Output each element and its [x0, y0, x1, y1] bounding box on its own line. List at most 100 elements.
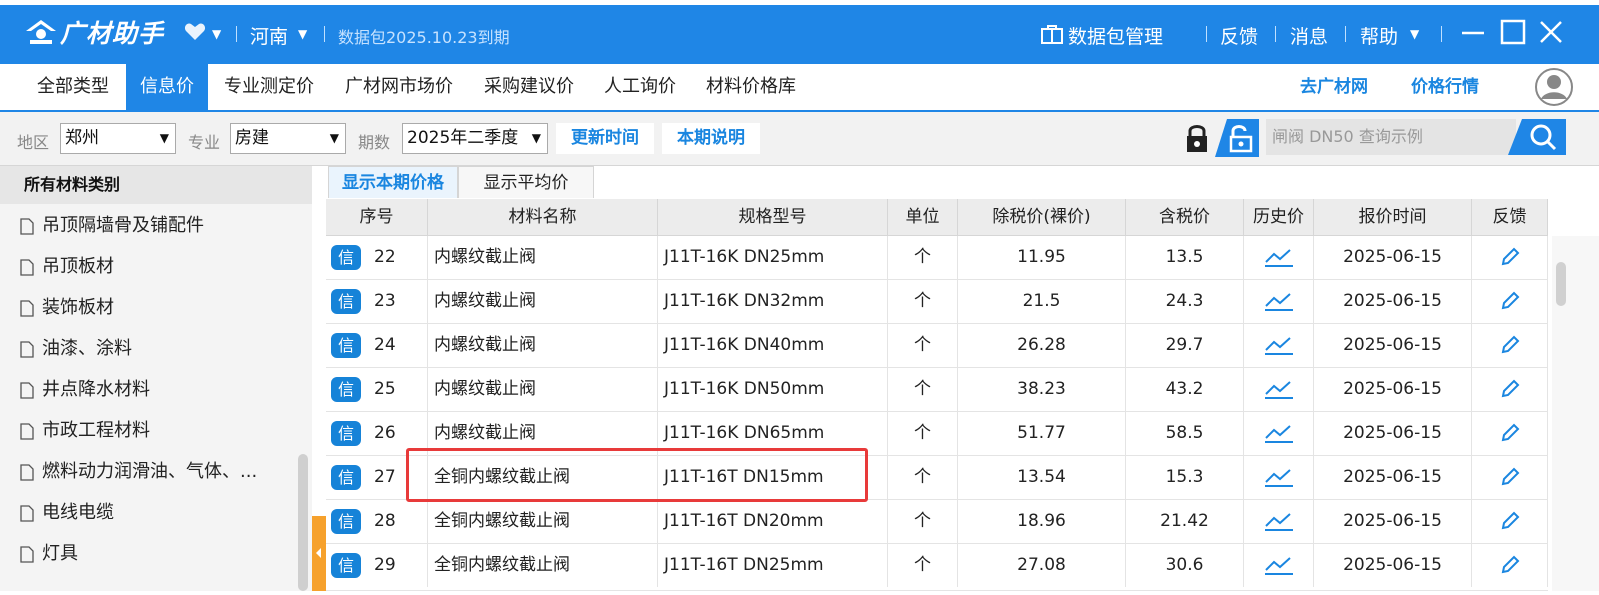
datapack-manage-button[interactable]: 数据包管理 [1068, 22, 1163, 49]
info-badge[interactable]: 信 [331, 289, 361, 314]
price-trend-link[interactable]: 价格行情 [1411, 64, 1479, 110]
trend-chart-icon[interactable] [1264, 246, 1294, 268]
table-row[interactable]: 信 23 内螺纹截止阀 J11T-16K DN32mm 个 21.5 24.3 … [326, 280, 1548, 324]
sidebar-item-label: 灯具 [42, 543, 78, 564]
info-badge[interactable]: 信 [331, 333, 361, 358]
close-icon[interactable] [1536, 17, 1566, 47]
tab-purchase-price[interactable]: 采购建议价 [468, 64, 590, 110]
col-header-history[interactable]: 历史价 [1244, 199, 1314, 235]
table-scrollbar-thumb[interactable] [1556, 262, 1566, 306]
info-badge[interactable]: 信 [331, 465, 361, 490]
edit-pencil-icon[interactable] [1500, 335, 1520, 355]
tab-all-types[interactable]: 全部类型 [20, 64, 126, 110]
table-row[interactable]: 信 25 内螺纹截止阀 J11T-16K DN50mm 个 38.23 43.2… [326, 368, 1548, 412]
edit-pencil-icon[interactable] [1500, 423, 1520, 443]
sidebar-item[interactable]: 灯具 [20, 538, 78, 570]
trend-chart-icon[interactable] [1264, 290, 1294, 312]
tab-market-price[interactable]: 广材网市场价 [330, 64, 468, 110]
info-badge[interactable]: 信 [331, 377, 361, 402]
info-badge[interactable]: 信 [331, 245, 361, 270]
trend-chart-icon[interactable] [1264, 510, 1294, 532]
col-header-feedback[interactable]: 反馈 [1472, 199, 1548, 235]
cell-price-in-tax: 24.3 [1126, 280, 1244, 323]
cell-feedback [1472, 456, 1548, 499]
heart-vip-icon[interactable] [184, 22, 206, 42]
table-row[interactable]: 信 22 内螺纹截止阀 J11T-16K DN25mm 个 11.95 13.5… [326, 236, 1548, 280]
trend-chart-icon[interactable] [1264, 422, 1294, 444]
vip-caret-icon[interactable]: ▼ [212, 27, 221, 41]
tab-professional-price[interactable]: 专业测定价 [208, 64, 330, 110]
feedback-button[interactable]: 反馈 [1220, 22, 1258, 49]
col-header-unit[interactable]: 单位 [888, 199, 958, 235]
tab-info-price[interactable]: 信息价 [126, 64, 208, 110]
col-header-price-in-tax[interactable]: 含税价 [1126, 199, 1244, 235]
info-badge[interactable]: 信 [331, 509, 361, 534]
edit-pencil-icon[interactable] [1500, 247, 1520, 267]
top-edge [0, 0, 1599, 5]
sidebar-item[interactable]: 井点降水材料 [20, 374, 150, 406]
region-caret-icon[interactable]: ▼ [298, 27, 307, 41]
unlock-icon[interactable] [1215, 119, 1259, 157]
sidebar-item[interactable]: 电线电缆 [20, 497, 114, 529]
help-button[interactable]: 帮助 [1360, 22, 1398, 49]
major-select[interactable]: 房建 ▼ [230, 123, 346, 154]
cell-name: 全铜内螺纹截止阀 [428, 500, 658, 543]
period-note-button[interactable]: 本期说明 [662, 123, 760, 154]
user-avatar-icon[interactable] [1535, 68, 1573, 106]
table-row[interactable]: 信 29 全铜内螺纹截止阀 J11T-16T DN25mm 个 27.08 30… [326, 544, 1548, 591]
edit-pencil-icon[interactable] [1500, 511, 1520, 531]
lock-icon[interactable] [1184, 122, 1210, 154]
app-logo: 广材助手 [24, 15, 164, 49]
search-icon[interactable] [1508, 119, 1566, 155]
chevron-left-icon [316, 548, 321, 558]
search-input[interactable]: 闸阀 DN50 查询示例 [1266, 119, 1516, 155]
region-select[interactable]: 郑州 ▼ [60, 123, 176, 154]
sidebar-item-label: 装饰板材 [42, 297, 114, 318]
table-row[interactable]: 信 28 全铜内螺纹截止阀 J11T-16T DN20mm 个 18.96 21… [326, 500, 1548, 544]
sidebar-item[interactable]: 油漆、涂料 [20, 333, 132, 365]
tab-average-price[interactable]: 显示平均价 [458, 166, 594, 198]
sidebar-scrollbar[interactable] [298, 454, 308, 591]
col-header-spec[interactable]: 规格型号 [658, 199, 888, 235]
info-badge[interactable]: 信 [331, 553, 361, 578]
table-row[interactable]: 信 24 内螺纹截止阀 J11T-16K DN40mm 个 26.28 29.7… [326, 324, 1548, 368]
cell-price-in-tax: 15.3 [1126, 456, 1244, 499]
trend-chart-icon[interactable] [1264, 378, 1294, 400]
datapack-icon[interactable] [1041, 24, 1063, 44]
trend-chart-icon[interactable] [1264, 554, 1294, 576]
messages-button[interactable]: 消息 [1290, 22, 1328, 49]
maximize-icon[interactable] [1498, 17, 1528, 47]
edit-pencil-icon[interactable] [1500, 467, 1520, 487]
edit-pencil-icon[interactable] [1500, 291, 1520, 311]
help-caret-icon[interactable]: ▼ [1410, 27, 1419, 41]
main-menu: 全部类型 信息价 专业测定价 广材网市场价 采购建议价 人工询价 材料价格库 去… [0, 64, 1599, 112]
sidebar-item[interactable]: 市政工程材料 [20, 415, 150, 447]
row-number: 24 [374, 335, 396, 355]
sidebar-item[interactable]: 装饰板材 [20, 292, 114, 324]
cell-unit: 个 [888, 500, 958, 543]
period-select[interactable]: 2025年二季度 ▼ [402, 123, 548, 154]
sidebar-item[interactable]: 燃料动力润滑油、气体、... [20, 456, 257, 488]
edit-pencil-icon[interactable] [1500, 379, 1520, 399]
tab-material-library[interactable]: 材料价格库 [690, 64, 812, 110]
tab-current-price[interactable]: 显示本期价格 [328, 166, 458, 198]
sidebar-item-label: 吊顶板材 [42, 256, 114, 277]
sidebar-item[interactable]: 吊顶隔墙骨及铺配件 [20, 210, 204, 242]
col-header-price-ex-tax[interactable]: 除税价(裸价) [958, 199, 1126, 235]
cell-spec: J11T-16K DN40mm [658, 324, 888, 367]
trend-chart-icon[interactable] [1264, 466, 1294, 488]
edit-pencil-icon[interactable] [1500, 555, 1520, 575]
go-guangcai-link[interactable]: 去广材网 [1300, 64, 1368, 110]
sidebar-item[interactable]: 吊顶板材 [20, 251, 114, 283]
sidebar-collapse-button[interactable] [312, 516, 326, 591]
minimize-icon[interactable] [1458, 17, 1488, 47]
update-time-button[interactable]: 更新时间 [556, 123, 654, 154]
cell-no: 信 24 [326, 324, 428, 367]
info-badge[interactable]: 信 [331, 421, 361, 446]
trend-chart-icon[interactable] [1264, 334, 1294, 356]
col-header-quote-date[interactable]: 报价时间 [1314, 199, 1472, 235]
tab-manual-inquiry[interactable]: 人工询价 [590, 64, 690, 110]
region-selector[interactable]: 河南 [250, 22, 288, 49]
col-header-no[interactable]: 序号 [326, 199, 428, 235]
col-header-name[interactable]: 材料名称 [428, 199, 658, 235]
